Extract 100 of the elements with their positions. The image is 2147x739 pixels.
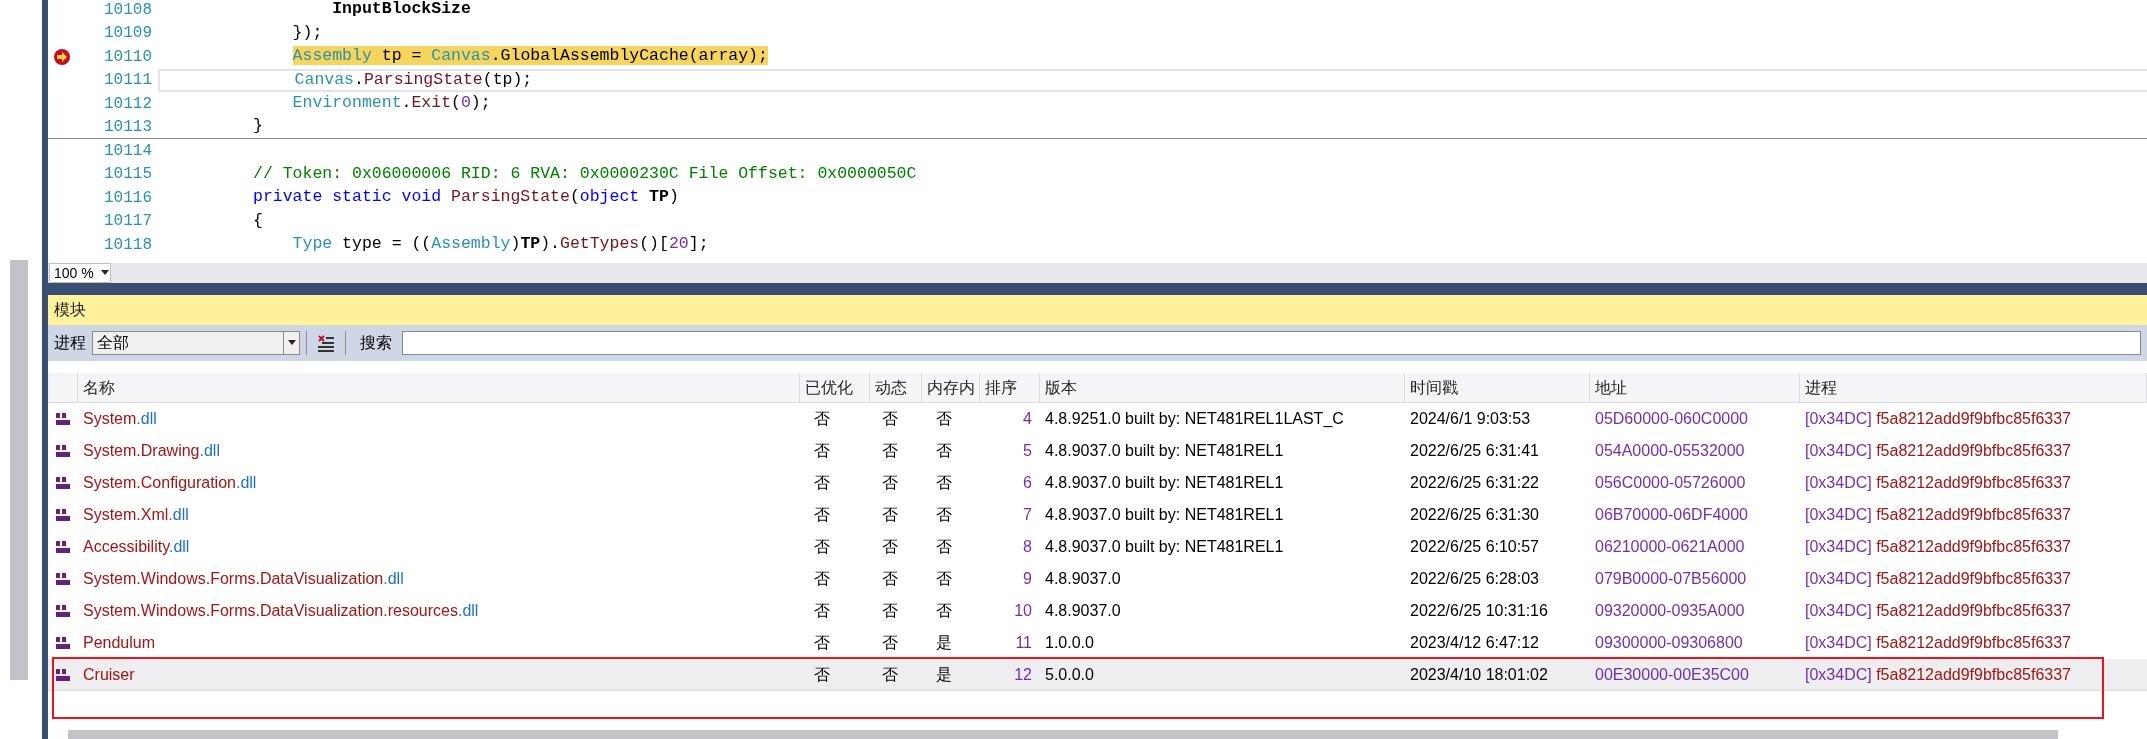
table-cell-text: 4.8.9037.0: [1044, 601, 1122, 621]
table-cell-text: 是: [935, 664, 953, 685]
code-line: }: [253, 115, 263, 138]
table-cell-text: 否: [881, 537, 899, 557]
splitter-bar[interactable]: [48, 283, 2147, 295]
table-cell-text: 否: [935, 409, 953, 429]
table-row[interactable]: System.Xml.dll 否 否 否 7 4.8.9037.0 built by: NET481REL1 2022/6/25 6:31:30 06B70000-06DF4000 [0x34DC] f5a8212add9f9bfbc85f6337: [48, 499, 2147, 531]
search-field[interactable]: [402, 331, 2141, 355]
module-icon: [56, 445, 70, 457]
table-cell-text: 4.8.9037.0 built by: NET481REL1: [1044, 537, 1285, 557]
table-row[interactable]: Cruiser 否 否 是 12 5.0.0.0 2023/4/10 18:01:02 00E30000-00E35C00 [0x34DC] f5a8212add9f9bfbc85f6337: [48, 659, 2147, 691]
panel-title: 模块: [54, 300, 86, 320]
table-cell-text: 2024/6/1 9:03:53: [1409, 409, 1532, 429]
table-cell-text: 是: [935, 633, 953, 653]
module-name: System.Xml.dll: [82, 505, 190, 525]
module-name: System.dll: [82, 409, 158, 429]
column-header[interactable]: 版本: [1040, 373, 1405, 402]
column-header[interactable]: 动态: [870, 373, 922, 402]
table-cell-text: 056C0000-05726000: [1594, 473, 1747, 493]
table-cell-text: 否: [935, 473, 953, 493]
table-cell-text: 2022/6/25 6:31:30: [1409, 505, 1540, 525]
column-header[interactable]: 名称: [78, 373, 800, 402]
module-name: System.Drawing.dll: [82, 441, 221, 461]
module-name: System.Windows.Forms.DataVisualization.resources.dll: [82, 601, 480, 621]
column-header[interactable]: 已优化: [800, 373, 870, 402]
table-cell-text: 否: [813, 409, 831, 429]
table-cell-text: [0x34DC] f5a8212add9f9bfbc85f6337: [1804, 569, 2072, 589]
table-cell-text: 1.0.0.0: [1044, 633, 1095, 653]
module-icon: [56, 637, 70, 649]
table-cell-text: 否: [935, 537, 953, 557]
line-number: 10111: [103, 70, 153, 92]
process-label: 进程: [54, 333, 86, 353]
module-icon: [56, 413, 70, 425]
line-number: 10113: [103, 116, 153, 138]
column-header[interactable]: 进程: [1800, 373, 2147, 402]
module-name: Pendulum: [82, 633, 157, 653]
code-line: // Token: 0x06000006 RID: 6 RVA: 0x0000230C File Offset: 0x0000050C: [253, 162, 917, 185]
table-cell-text: 4.8.9037.0 built by: NET481REL1: [1044, 473, 1285, 493]
table-cell-text: 2022/6/25 6:10:57: [1409, 537, 1540, 557]
table-row[interactable]: System.Windows.Forms.DataVisualization.dll 否 否 否 9 4.8.9037.0 2022/6/25 6:28:03 079B0000-07B56000 [0x34DC] f5a8212add9f9bfbc85f6337: [48, 563, 2147, 595]
table-row[interactable]: Accessibility.dll 否 否 否 8 4.8.9037.0 built by: NET481REL1 2022/6/25 6:10:57 06210000-0621A000 [0x34DC] f5a8212add9f9bfbc85f6337: [48, 531, 2147, 563]
table-cell-text: 079B0000-07B56000: [1594, 569, 1748, 589]
table-cell-text: 5: [1022, 441, 1033, 461]
code-line: });: [291, 21, 323, 44]
table-cell-text: 5.0.0.0: [1044, 664, 1095, 685]
line-number: 10115: [103, 164, 153, 186]
module-icon: [56, 541, 70, 553]
table-cell-text: 09320000-0935A000: [1594, 601, 1746, 621]
table-cell-text: 054A0000-05532000: [1594, 441, 1746, 461]
table-cell-text: 否: [813, 601, 831, 621]
module-name: Cruiser: [82, 664, 136, 685]
table-cell-text: 9: [1022, 569, 1033, 589]
table-cell-text: 6: [1022, 473, 1033, 493]
table-cell-text: 否: [935, 569, 953, 589]
line-number: 10116: [103, 187, 153, 209]
table-cell-text: [0x34DC] f5a8212add9f9bfbc85f6337: [1804, 409, 2072, 429]
column-header[interactable]: 地址: [1590, 373, 1800, 402]
table-cell-text: [0x34DC] f5a8212add9f9bfbc85f6337: [1804, 473, 2072, 493]
table-row[interactable]: Pendulum 否 否 是 11 1.0.0.0 2023/4/12 6:47:12 09300000-09306800 [0x34DC] f5a8212add9f9bfbc85f6337: [48, 627, 2147, 659]
table-cell-text: 10: [1013, 601, 1033, 621]
caret-icon: [286, 340, 297, 346]
table-cell-text: 否: [881, 601, 899, 621]
table-cell-text: 8: [1022, 537, 1033, 557]
caret-icon: [100, 270, 110, 276]
table-cell-text: 06B70000-06DF4000: [1594, 505, 1749, 525]
zoom-dropdown[interactable]: 100 %: [49, 263, 111, 283]
table-cell-text: 否: [935, 505, 953, 525]
table-cell-text: 否: [813, 505, 831, 525]
module-name: Accessibility.dll: [82, 537, 191, 557]
horizontal-scrollbar[interactable]: [68, 730, 2058, 739]
table-cell-text: 4.8.9251.0 built by: NET481REL1LAST_C: [1044, 409, 1345, 429]
line-number: 10114: [103, 140, 153, 162]
code-line: Environment.Exit(0);: [291, 92, 491, 115]
table-cell-text: 11: [1014, 633, 1033, 653]
table-cell-text: [0x34DC] f5a8212add9f9bfbc85f6337: [1804, 537, 2072, 557]
scrollbar[interactable]: [10, 260, 28, 680]
table-cell-text: 否: [813, 441, 831, 461]
table-cell-text: 否: [881, 473, 899, 493]
table-row[interactable]: System.Configuration.dll 否 否 否 6 4.8.9037.0 built by: NET481REL1 2022/6/25 6:31:22 056C0000-05726000 [0x34DC] f5a8212add9f9bfbc85f6337: [48, 467, 2147, 499]
table-row[interactable]: System.dll 否 否 否 4 4.8.9251.0 built by: NET481REL1LAST_C 2024/6/1 9:03:53 05D60000-060C0000 [0x34DC] f5a8212add9f9bfbc85f6337: [48, 403, 2147, 435]
code-line: InputBlockSize: [331, 0, 471, 21]
table-cell-text: 否: [881, 441, 899, 461]
process-dropdown[interactable]: 全部: [92, 331, 300, 355]
table-cell-text: 4: [1022, 409, 1033, 429]
table-cell-text: 否: [813, 569, 831, 589]
table-cell-text: 否: [813, 473, 831, 493]
table-cell-text: 否: [881, 409, 899, 429]
code-line: Type type = ((Assembly)TP).GetTypes()[20];: [291, 233, 709, 256]
table-row[interactable]: System.Drawing.dll 否 否 否 5 4.8.9037.0 built by: NET481REL1 2022/6/25 6:31:41 054A0000-05532000 [0x34DC] f5a8212add9f9bfbc85f6337: [48, 435, 2147, 467]
line-number: 10118: [103, 234, 153, 256]
table-row[interactable]: System.Windows.Forms.DataVisualization.resources.dll 否 否 否 10 4.8.9037.0 2022/6/25 10:31:16 09320000-0935A000 [0x34DC] f5a8212add9f9bfbc85f6337: [48, 595, 2147, 627]
column-header[interactable]: 排序: [980, 373, 1040, 402]
line-number: 10110: [103, 46, 153, 68]
column-header[interactable]: 时间戳: [1405, 373, 1590, 402]
module-name: System.Windows.Forms.DataVisualization.dll: [82, 569, 405, 589]
clear-list-icon: [317, 334, 335, 352]
table-cell-text: 否: [881, 569, 899, 589]
table-cell-text: 06210000-0621A000: [1594, 537, 1746, 557]
table-cell-text: 否: [881, 633, 899, 653]
column-header[interactable]: 内存内: [922, 373, 980, 402]
